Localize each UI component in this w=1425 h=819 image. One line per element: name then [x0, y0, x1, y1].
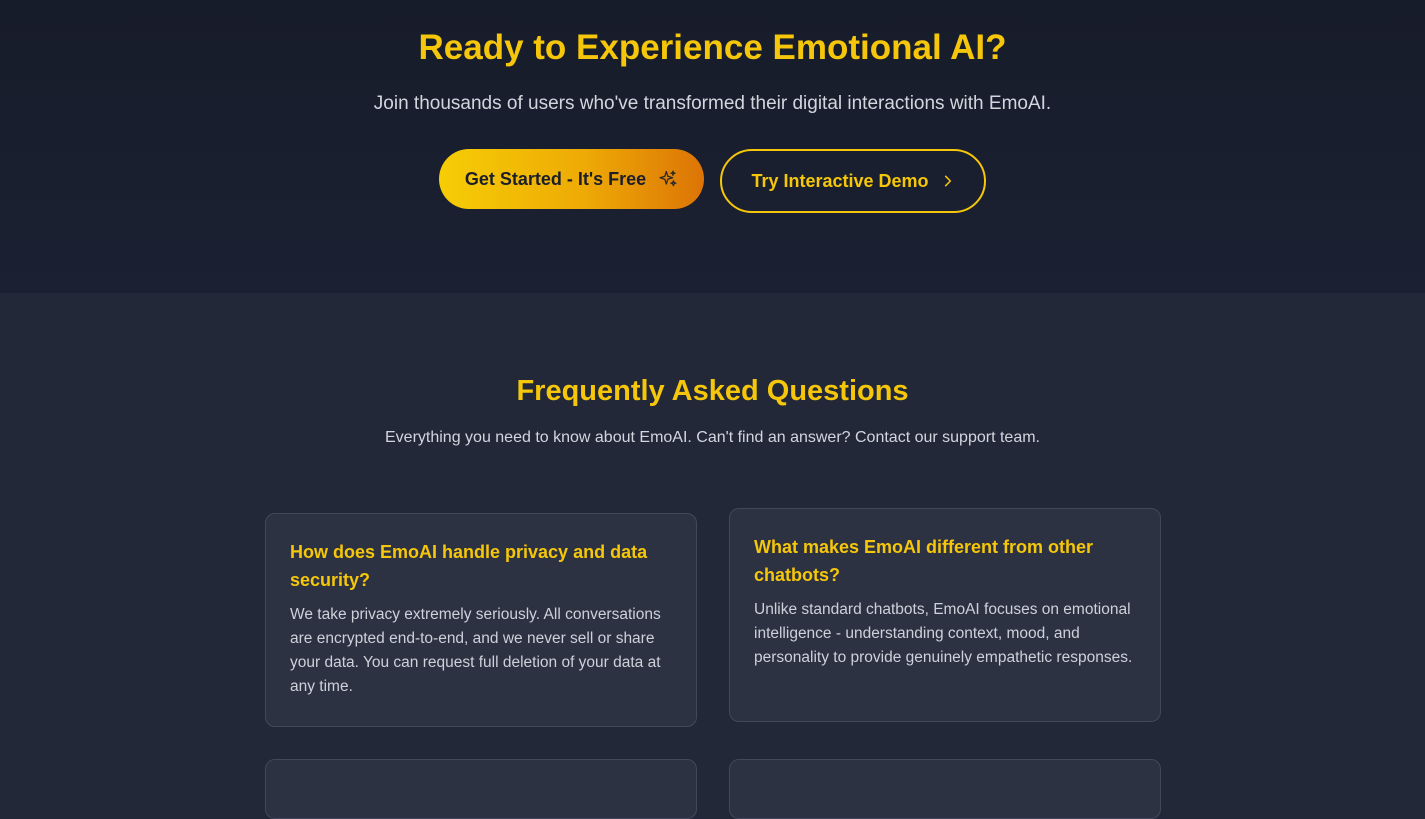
try-demo-button[interactable]: Try Interactive Demo [720, 149, 986, 213]
faq-answer: Unlike standard chatbots, EmoAI focuses … [754, 601, 1133, 666]
cta-section: Ready to Experience Emotional AI? Join t… [0, 0, 1425, 293]
cta-title: Ready to Experience Emotional AI? [418, 28, 1007, 67]
faq-title: Frequently Asked Questions [516, 375, 909, 407]
try-demo-label: Try Interactive Demo [751, 170, 929, 191]
cta-subtitle: Join thousands of users who've transform… [373, 93, 1052, 114]
faq-question: How does EmoAI handle privacy and data s… [290, 542, 648, 590]
faq-section: Frequently Asked Questions Everything yo… [0, 293, 1425, 819]
get-started-label: Get Started - It's Free [464, 168, 647, 189]
get-started-button[interactable]: Get Started - It's Free [439, 149, 704, 209]
sparkles-icon [658, 169, 678, 189]
faq-subtitle: Everything you need to know about EmoAI.… [385, 429, 1040, 446]
faq-card[interactable]: What makes EmoAI different from other ch… [729, 508, 1161, 722]
chevron-right-icon [941, 174, 955, 188]
faq-card[interactable] [729, 759, 1161, 819]
faq-card[interactable]: How does EmoAI handle privacy and data s… [265, 513, 697, 727]
faq-question: What makes EmoAI different from other ch… [754, 537, 1094, 585]
faq-card[interactable] [265, 759, 697, 819]
faq-answer: We take privacy extremely seriously. All… [290, 606, 661, 695]
